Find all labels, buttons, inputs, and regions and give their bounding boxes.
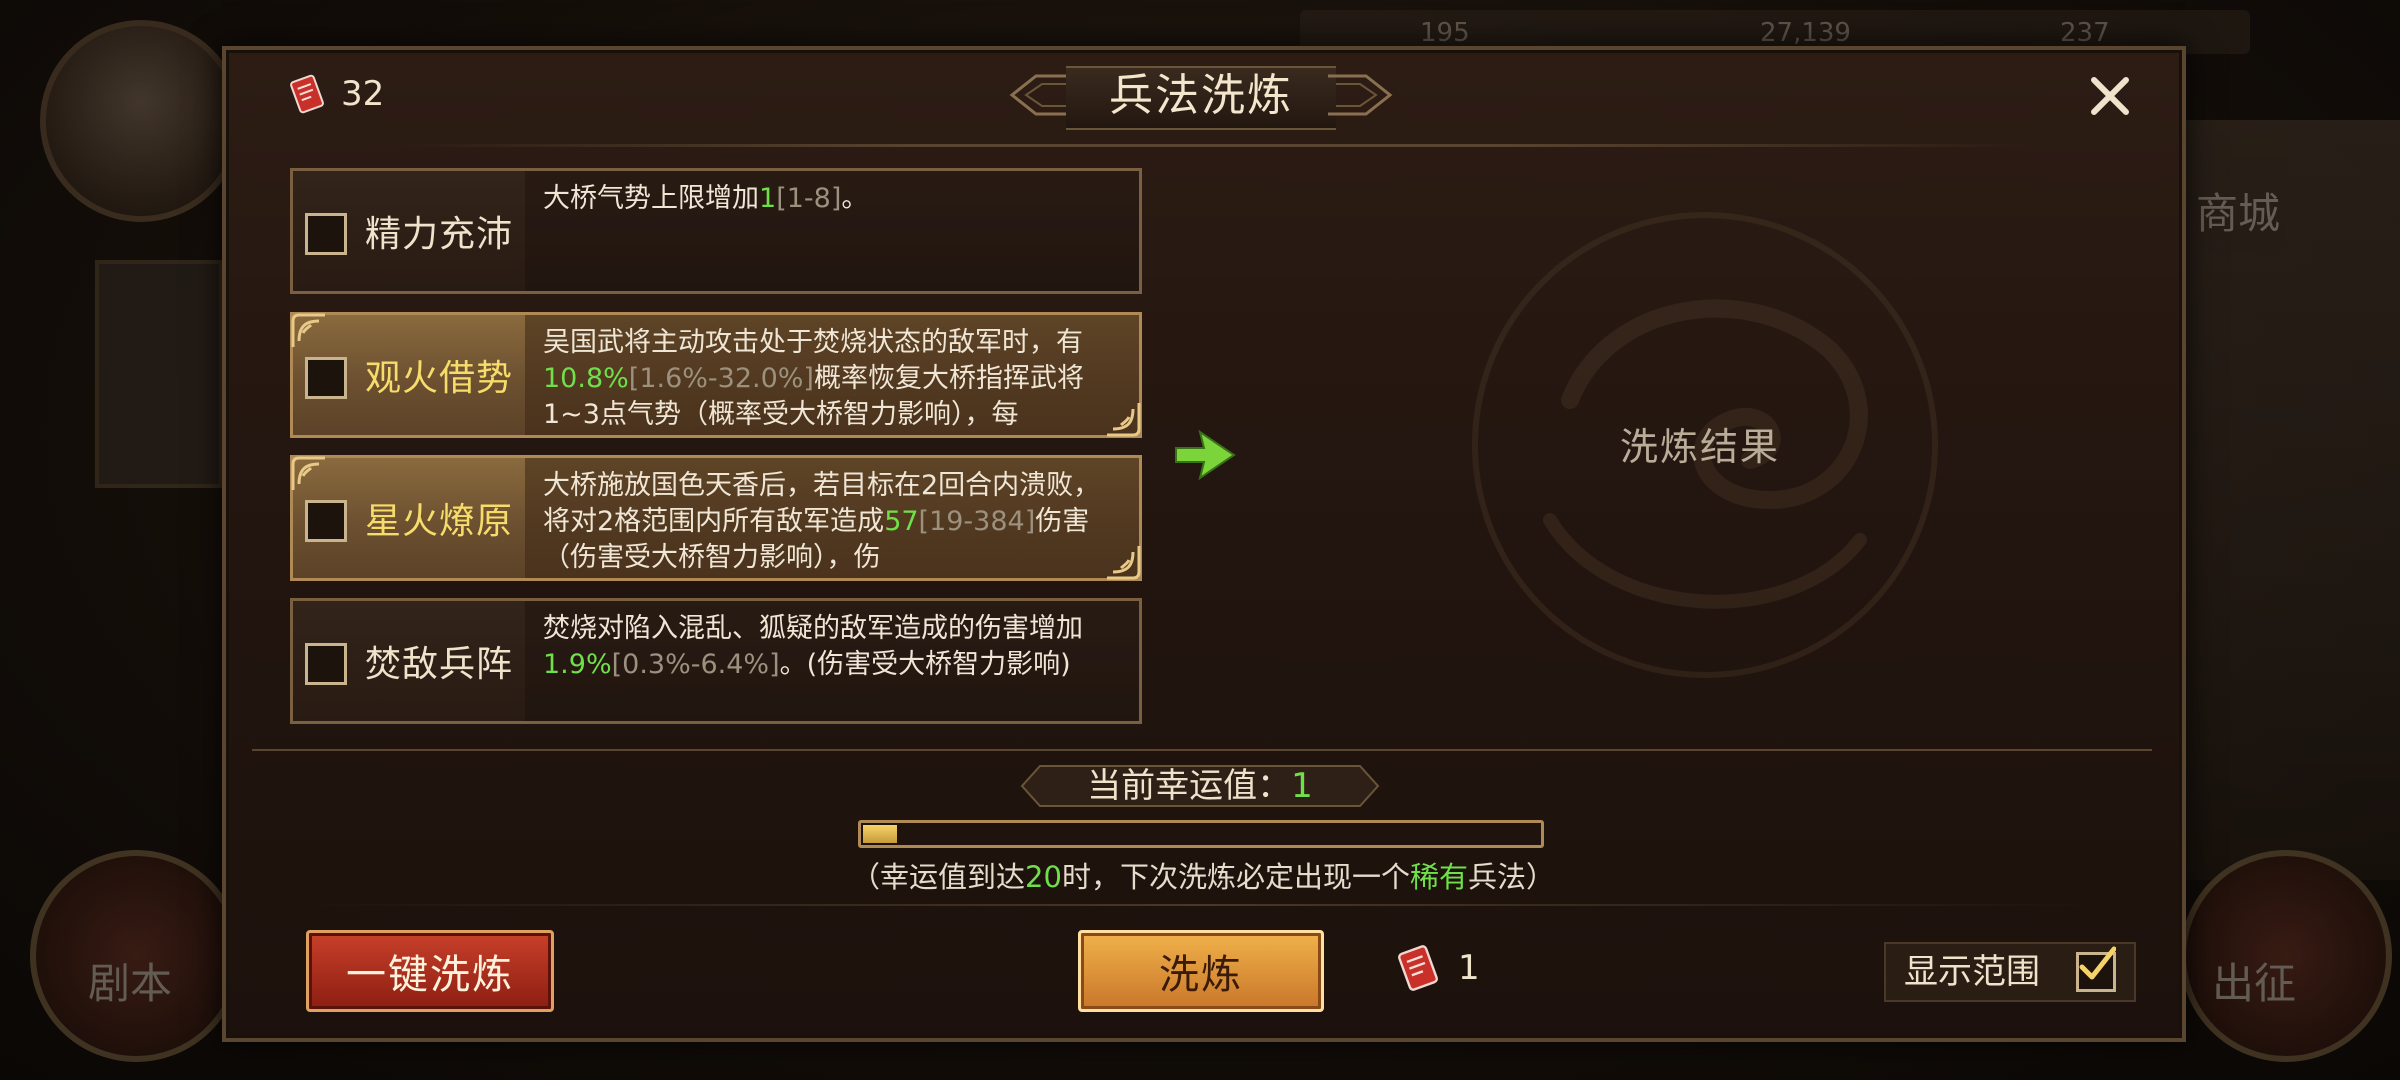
corner-ornament-icon: [291, 456, 325, 490]
luck-hint-mid: 时，下次洗炼必定出现一个: [1061, 860, 1410, 894]
skill-card-header: 精力充沛: [293, 171, 525, 291]
skill-description-part: 57: [884, 506, 919, 537]
skill-description: 焚烧对陷入混乱、狐疑的敌军造成的伤害增加 1.9%[0.3%-6.4%]。(伤害受…: [525, 601, 1139, 721]
bottom-divider: [300, 904, 2100, 906]
luck-progress-bar: [858, 820, 1544, 848]
resource-value-3: 237: [2060, 18, 2110, 48]
player-avatar[interactable]: [40, 20, 242, 222]
skill-name: 精力充沛: [365, 214, 514, 255]
luck-value: 1: [1291, 766, 1313, 806]
skill-name: 观火借势: [365, 358, 514, 399]
skill-description: 大桥施放国色天香后，若目标在2回合内溃败，将对2格范围内所有敌军造成57[19-…: [525, 458, 1139, 578]
corner-ornament-icon: [1107, 403, 1141, 437]
close-icon: [2091, 77, 2129, 115]
skill-description-part: 大桥气势上限增加: [543, 183, 759, 214]
show-range-toggle[interactable]: 显示范围: [1884, 942, 2136, 1002]
luck-hint: （幸运值到达20时，下次洗炼必定出现一个稀有兵法）: [838, 854, 1568, 896]
skill-card[interactable]: 焚敌兵阵 焚烧对陷入混乱、狐疑的敌军造成的伤害增加 1.9%[0.3%-6.4%]。…: [290, 598, 1142, 724]
scroll-book-icon: [290, 74, 324, 114]
refine-cost-value: 1: [1458, 948, 1480, 988]
skill-description-part: [1-8]: [776, 183, 842, 214]
skill-description-part: 1.9%: [543, 649, 612, 680]
skill-description-part: 。(伤害受大桥智力影响): [779, 649, 1071, 680]
skill-lock-checkbox[interactable]: [305, 500, 347, 542]
refine-result-label: 洗炼结果: [1620, 425, 1781, 469]
march-label: 出征: [2212, 959, 2297, 1008]
shop-label[interactable]: 商城: [2196, 180, 2280, 241]
corner-ornament-icon: [1107, 546, 1141, 580]
skill-description-part: 1: [759, 183, 777, 214]
luck-progress-fill: [863, 825, 897, 843]
skill-description-part: [1.6%-32.0%]: [628, 363, 814, 394]
resource-value-1: 195: [1420, 18, 1470, 48]
skill-description-part: 吴国武将主动攻击处于焚烧状态的敌军时，有: [543, 327, 1083, 358]
show-range-checkbox[interactable]: [2076, 946, 2116, 992]
skill-name: 星火燎原: [365, 501, 514, 542]
luck-hint-rare: 稀有: [1409, 860, 1468, 894]
luck-hint-prefix: （幸运值到达: [851, 860, 1026, 894]
scroll-count-value: 32: [341, 74, 385, 114]
dialog-title: 兵法洗炼: [1109, 70, 1293, 121]
scroll-counter: 32: [285, 72, 384, 116]
skill-description: 大桥气势上限增加1[1-8]。: [525, 171, 1139, 291]
skill-card-header: 焚敌兵阵: [293, 601, 525, 721]
title-ornament-right-icon: [1328, 74, 1393, 116]
one-click-refine-button[interactable]: 一键洗炼: [306, 930, 554, 1012]
luck-hint-suffix: 兵法）: [1467, 860, 1555, 894]
skill-lock-checkbox[interactable]: [305, 213, 347, 255]
section-divider: [252, 749, 2152, 751]
skill-lock-checkbox[interactable]: [305, 357, 347, 399]
close-button[interactable]: [2082, 68, 2138, 124]
checkmark-icon: [2079, 946, 2116, 980]
skill-card[interactable]: 星火燎原 大桥施放国色天香后，若目标在2回合内溃败，将对2格范围内所有敌军造成57…: [290, 455, 1142, 581]
luck-label: 当前幸运值：: [1087, 766, 1292, 806]
luck-value-display: 当前幸运值：1: [1020, 764, 1380, 808]
luck-hint-threshold: 20: [1025, 860, 1062, 894]
skill-card[interactable]: 观火借势 吴国武将主动攻击处于焚烧状态的敌军时，有 10.8%[1.6%-32.0%…: [290, 312, 1142, 438]
show-range-label: 显示范围: [1904, 952, 2040, 992]
title-divider: [400, 144, 2030, 147]
skill-description: 吴国武将主动攻击处于焚烧状态的敌军时，有10.8%[1.6%-32.0%]概率恢…: [525, 315, 1139, 435]
skill-description-part: 焚烧对陷入混乱、狐疑的敌军造成的伤害增加: [543, 613, 1083, 644]
skill-description-part: 10.8%: [543, 363, 629, 394]
skill-description-part: 。: [841, 183, 869, 214]
refine-cost: 1: [1392, 942, 1480, 994]
refine-button[interactable]: 洗炼: [1078, 930, 1324, 1012]
skill-lock-checkbox[interactable]: [305, 643, 347, 685]
side-panel: [95, 260, 223, 488]
scenario-label: 剧本: [88, 959, 173, 1008]
arrow-right-icon: [1175, 429, 1236, 481]
skill-card[interactable]: 精力充沛 大桥气势上限增加1[1-8]。: [290, 168, 1142, 294]
title-banner: 兵法洗炼: [1006, 66, 1396, 130]
scroll-book-icon: [1398, 945, 1438, 991]
skill-name: 焚敌兵阵: [365, 644, 514, 685]
skill-description-part: [0.3%-6.4%]: [611, 649, 780, 680]
skill-description-part: [19-384]: [918, 506, 1036, 537]
resource-value-2: 27,139: [1760, 18, 1851, 48]
corner-ornament-icon: [291, 313, 325, 347]
